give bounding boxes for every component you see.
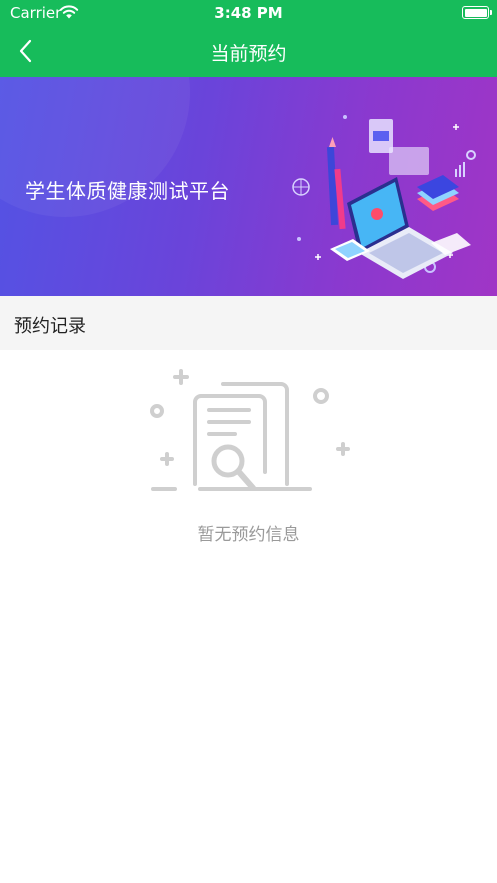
status-bar: Carrier 3:48 PM (0, 0, 497, 26)
document-search-icon (150, 369, 350, 491)
battery-icon (462, 6, 492, 19)
banner: 学生体质健康测试平台 (0, 77, 497, 296)
page-title: 当前预约 (210, 43, 287, 65)
laptop-illustration-icon (292, 115, 476, 279)
banner-title: 学生体质健康测试平台 (25, 179, 230, 203)
header-bar: Carrier 3:48 PM 当前预约 (0, 0, 497, 77)
navigation-bar: 当前预约 (0, 26, 497, 77)
section-title: 预约记录 (14, 316, 86, 337)
section-header: 预约记录 (0, 296, 497, 350)
empty-state-message: 暂无预约信息 (197, 525, 300, 545)
status-time: 3:48 PM (214, 4, 283, 22)
